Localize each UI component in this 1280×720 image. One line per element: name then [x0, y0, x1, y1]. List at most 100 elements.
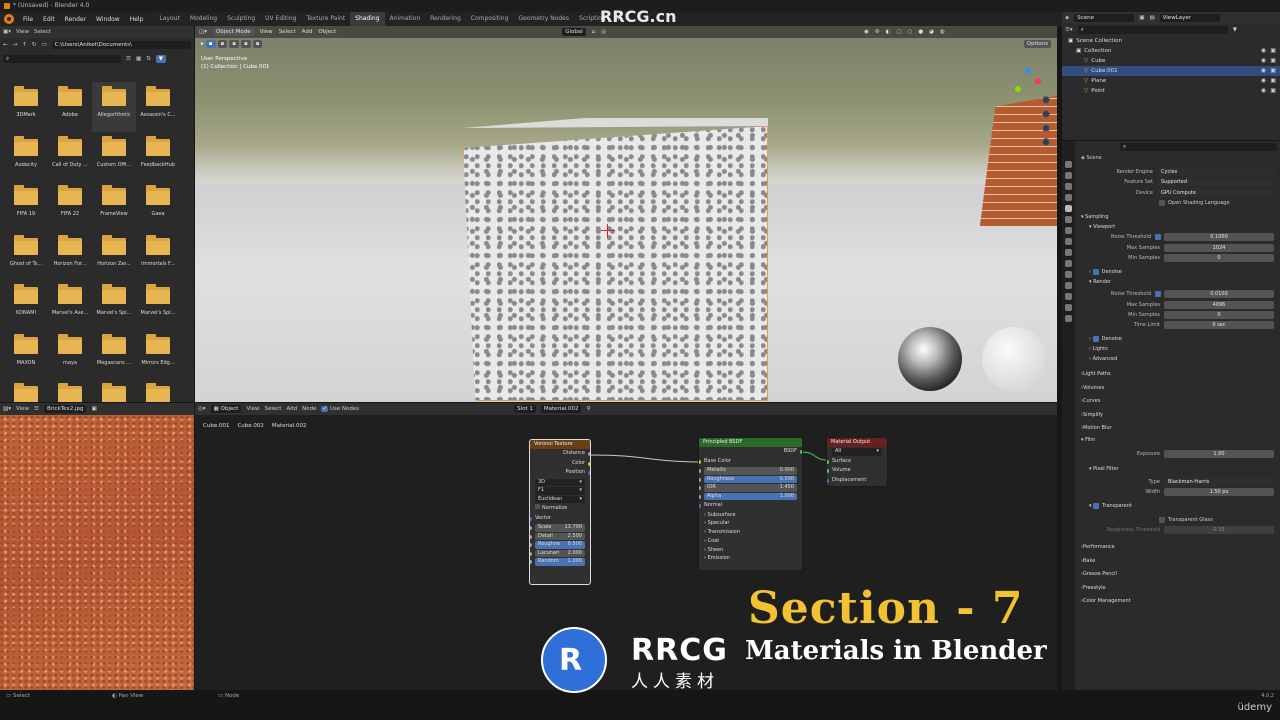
display-mode-icon[interactable]: ☰ [126, 56, 131, 62]
panel-grease-pencil[interactable]: › Grease Pencil [1077, 568, 1280, 582]
eye-icon[interactable]: ◉ [1261, 66, 1266, 76]
socket-input[interactable] [699, 486, 701, 490]
scene-icon[interactable]: ◈ [1065, 15, 1069, 21]
folder-item[interactable]: Audacity [4, 132, 48, 182]
r-noise-field[interactable]: 0.0100 [1164, 290, 1274, 299]
selected-cube-object[interactable] [463, 126, 768, 401]
folder-item[interactable]: Adobe [48, 82, 92, 132]
menu-icon[interactable]: ☰ [34, 406, 39, 412]
pan-hand-icon[interactable] [1042, 110, 1050, 118]
viewport-subpanel[interactable]: ▾ Viewport [1077, 222, 1280, 232]
image-browse-icon[interactable]: ▣ [91, 406, 96, 412]
output-tab-icon[interactable] [1065, 183, 1072, 190]
constraints-tab-icon[interactable] [1065, 282, 1072, 289]
gizmo-y-axis[interactable] [1015, 86, 1021, 92]
outliner-item-collection[interactable]: ▣ Collection ◉ ▣ [1062, 46, 1280, 56]
output-target-dropdown[interactable]: All ▾ [832, 448, 882, 456]
object-tab-icon[interactable] [1065, 238, 1072, 245]
folder-item[interactable]: Gaea [136, 181, 180, 231]
physics-tab-icon[interactable] [1065, 271, 1072, 278]
input-surface[interactable]: Surface [827, 457, 887, 467]
image-name-field[interactable]: BrickTex2.jpg [43, 405, 87, 413]
texture-tab-icon[interactable] [1065, 315, 1072, 322]
film-panel[interactable]: ▾ Film [1077, 435, 1280, 445]
vp-menu-view[interactable]: View [260, 29, 273, 35]
filter-icon[interactable]: ▼ [155, 55, 166, 63]
workspace-tab-shading[interactable]: Shading [350, 12, 385, 26]
view-layer-selector[interactable]: ViewLayer [1159, 14, 1220, 22]
normalize-checkbox[interactable]: Normalize [530, 504, 590, 514]
folder-item[interactable] [4, 379, 48, 402]
folder-item[interactable]: Marvel's Spi... [92, 280, 136, 330]
view-layer-icon[interactable]: ▤ [1149, 15, 1154, 21]
folder-item[interactable]: Horizon Zer... [92, 231, 136, 281]
workspace-tab-rendering[interactable]: Rendering [425, 12, 466, 26]
exposure-field[interactable]: 1.00 [1164, 450, 1274, 459]
input-displacement[interactable]: Displacement [827, 476, 887, 486]
mode-dropdown[interactable]: Object Mode [212, 28, 254, 36]
bsdf-field-alpha[interactable]: Alpha 1.000 [699, 492, 797, 500]
folder-item[interactable]: Marvel's Spi... [136, 280, 180, 330]
vp-denoise-checkbox[interactable] [1092, 268, 1099, 275]
bsdf-field-ior[interactable]: IOR 1.450 [699, 484, 797, 492]
eye-icon[interactable]: ◉ [1261, 86, 1266, 96]
lights-subpanel[interactable]: › Lights [1077, 344, 1280, 354]
voronoi-field-lacunari[interactable]: Lacunari 2.000 [530, 549, 585, 557]
path-field[interactable]: C:\Users\Aniket\Documents\ [51, 41, 191, 49]
3d-cursor[interactable] [601, 224, 615, 238]
transparent-subpanel[interactable]: ▾ Transparent [1077, 501, 1280, 511]
bsdf-panel-subsurface[interactable]: › Subsurface [699, 511, 802, 520]
filter-width-field[interactable]: 1.50 px [1164, 487, 1274, 496]
socket-vector[interactable] [530, 516, 532, 521]
r-noise-checkbox[interactable] [1155, 291, 1161, 298]
zoom-icon[interactable] [1042, 96, 1050, 104]
panel-freestyle[interactable]: › Freestyle [1077, 581, 1280, 595]
menu-file[interactable]: File [18, 16, 38, 23]
camera-view-icon[interactable] [1042, 124, 1050, 132]
tool-tab-icon[interactable] [1065, 161, 1072, 168]
voronoi-texture-node[interactable]: Voronoi Texture Distance Color Position … [529, 439, 591, 585]
osl-checkbox[interactable] [1159, 199, 1165, 206]
proportional-edit-icon[interactable]: ◎ [601, 29, 606, 35]
folder-item[interactable]: FeedbackHub [136, 132, 180, 182]
navigation-gizmo[interactable] [1011, 66, 1045, 100]
bsdf-field-roughness[interactable]: Roughness 0.500 [699, 475, 797, 483]
folder-item[interactable]: Immortals F... [136, 231, 180, 281]
vp-menu-object[interactable]: Object [318, 29, 336, 35]
select-mode-invert-icon[interactable]: ▪ [240, 40, 251, 48]
camera-icon[interactable]: ▣ [1270, 86, 1276, 96]
input-base-color[interactable]: Base Color [699, 457, 802, 467]
panel-color-management[interactable]: › Color Management [1077, 595, 1280, 609]
material-output-node[interactable]: Material Output All ▾ Surface Volume Disp… [826, 437, 888, 487]
select-mode-extend-icon[interactable]: ▪ [217, 40, 228, 48]
input-volume[interactable]: Volume [827, 466, 887, 476]
vp-noise-checkbox[interactable] [1155, 234, 1161, 241]
sampling-panel[interactable]: ▾ Sampling [1077, 212, 1280, 222]
output-node-title[interactable]: Material Output [827, 438, 887, 447]
principled-bsdf-node[interactable]: Principled BSDF BSDF Base Color Metallic… [698, 437, 803, 571]
folder-item[interactable]: Custom Offi... [92, 132, 136, 182]
workspace-tab-layout[interactable]: Layout [154, 12, 184, 26]
shading-solid-icon[interactable]: ● [918, 29, 923, 35]
dimensions-dropdown[interactable]: 3D ▾ [535, 478, 585, 486]
folder-item[interactable]: maya [48, 330, 92, 380]
bsdf-field-metallic[interactable]: Metallic 0.000 [699, 467, 797, 475]
outliner-item-scene-collection[interactable]: ▣ Scene Collection [1062, 36, 1280, 46]
xray-icon[interactable]: ▢ [896, 29, 901, 35]
world-tab-icon[interactable] [1065, 216, 1072, 223]
thumbnail-size-icon[interactable]: ▦ [136, 56, 141, 62]
socket-volume[interactable] [827, 469, 829, 473]
folder-item[interactable]: Megascans ... [92, 330, 136, 380]
folder-item[interactable] [92, 379, 136, 402]
scene-selector[interactable]: Scene [1074, 14, 1135, 22]
folder-item[interactable]: Ghost of Ts... [4, 231, 48, 281]
outliner-item-plane[interactable]: ▽ Plane ◉ ▣ [1062, 76, 1280, 86]
folder-item[interactable]: MAXON [4, 330, 48, 380]
select-mode-intersect-icon[interactable]: ▪ [252, 40, 263, 48]
device-dropdown[interactable]: GPU Compute [1157, 188, 1274, 197]
socket-position[interactable] [588, 471, 590, 475]
camera-icon[interactable]: ▣ [1270, 66, 1276, 76]
output-color[interactable]: Color [530, 459, 590, 469]
workspace-tab-uv-editing[interactable]: UV Editing [260, 12, 301, 26]
r-time-field[interactable]: 0 sec [1164, 320, 1274, 329]
